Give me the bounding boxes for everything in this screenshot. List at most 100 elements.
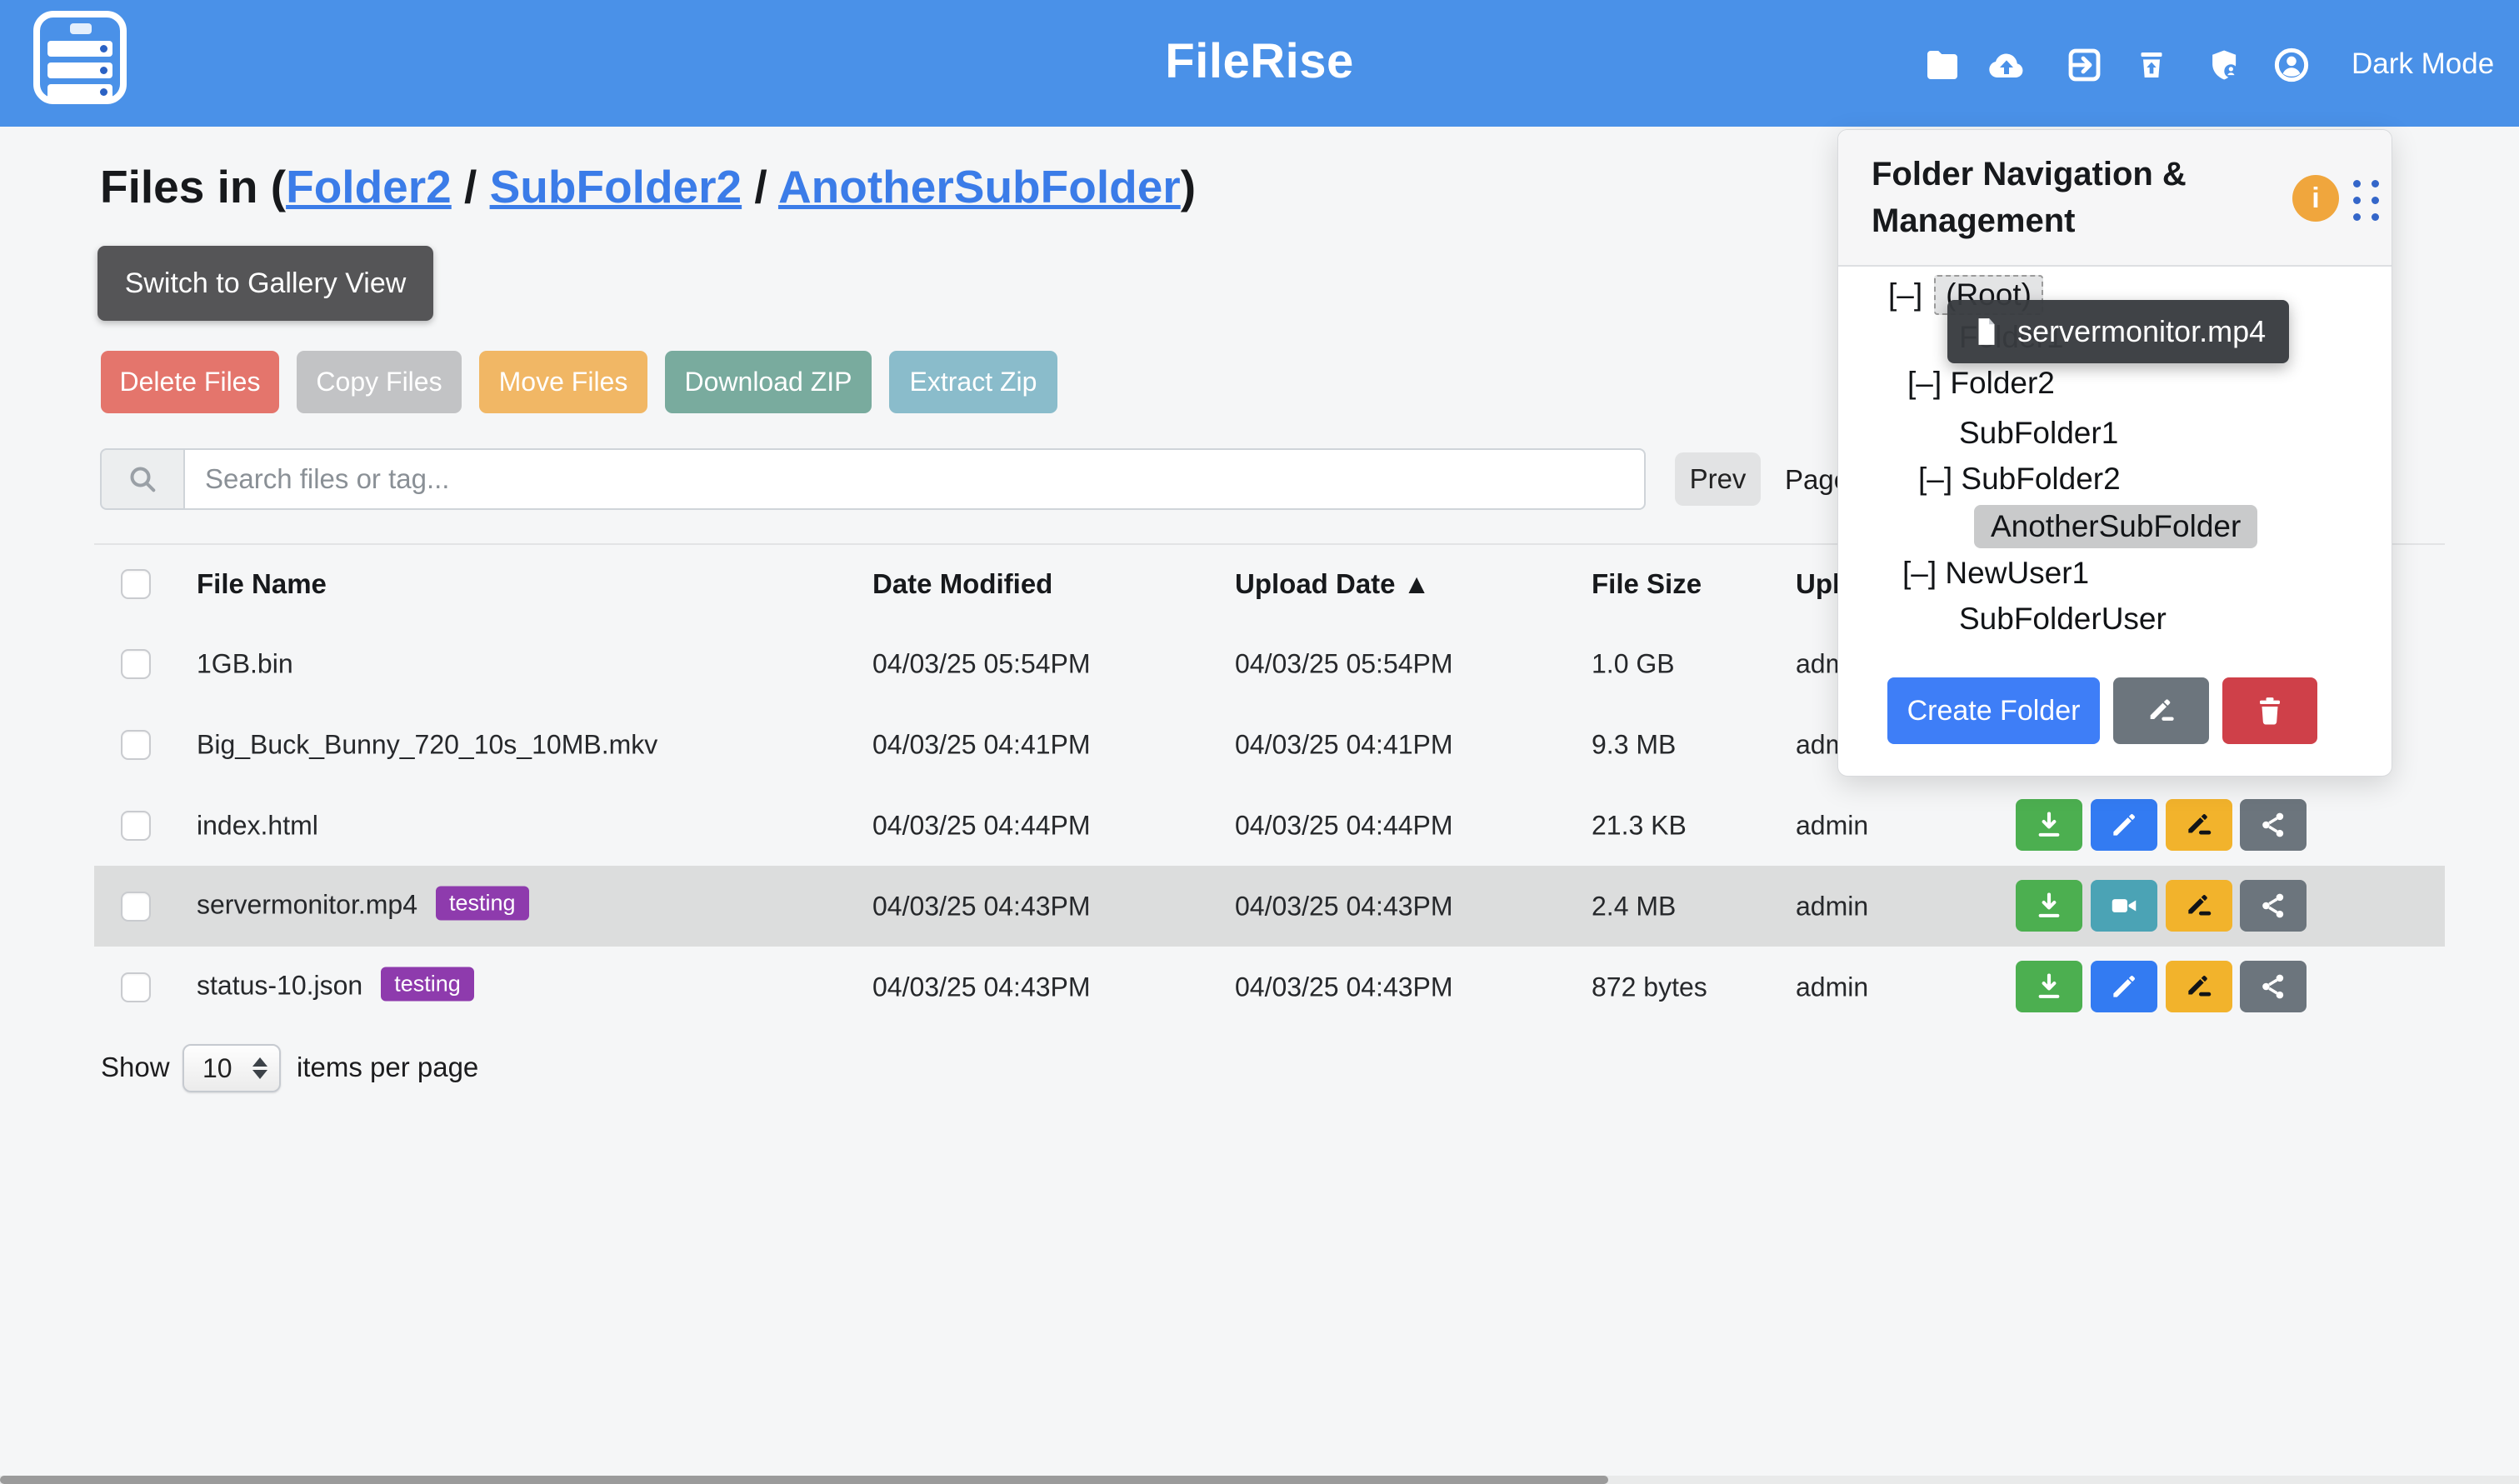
column-header-file-name[interactable]: File Name	[197, 568, 327, 600]
file-size: 2.4 MB	[1592, 891, 1676, 922]
items-per-page-select[interactable]: 10	[182, 1044, 281, 1092]
items-per-page-label: items per page	[297, 1052, 478, 1083]
row-checkbox[interactable]	[121, 649, 151, 679]
edit-button[interactable]	[2091, 799, 2157, 851]
folder-panel-title: Folder Navigation &Management	[1872, 151, 2255, 244]
file-size: 872 bytes	[1592, 972, 1707, 1002]
sort-asc-icon: ▲	[1403, 568, 1431, 599]
file-name[interactable]: index.html	[197, 810, 318, 841]
file-size: 21.3 KB	[1592, 810, 1687, 841]
file-name[interactable]: servermonitor.mp4testing	[197, 889, 529, 923]
file-icon	[1971, 316, 2002, 347]
tree-item-subfolderuser[interactable]: SubFolderUser	[1959, 602, 2167, 637]
upload-date: 04/03/25 04:43PM	[1235, 891, 1453, 922]
folder-panel-header: Folder Navigation &Management i	[1838, 130, 2392, 267]
extract-zip-button[interactable]: Extract Zip	[889, 351, 1057, 413]
tree-toggle-root[interactable]: [–]	[1888, 277, 1922, 312]
copy-files-button[interactable]: Copy Files	[297, 351, 462, 413]
rename-button[interactable]	[2166, 961, 2232, 1012]
move-files-button[interactable]: Move Files	[479, 351, 647, 413]
rename-button[interactable]	[2166, 799, 2232, 851]
tree-item-anothersubfolder[interactable]: AnotherSubFolder	[1974, 505, 2257, 548]
edit-button[interactable]	[2091, 961, 2157, 1012]
share-button[interactable]	[2240, 961, 2307, 1012]
rename-folder-button[interactable]	[2113, 677, 2209, 744]
prev-page-button[interactable]: Prev	[1675, 452, 1761, 506]
play-video-button[interactable]	[2091, 880, 2157, 932]
download-zip-button[interactable]: Download ZIP	[665, 351, 872, 413]
column-header-file-size[interactable]: File Size	[1592, 568, 1702, 600]
row-checkbox[interactable]	[121, 811, 151, 841]
drag-ghost-tooltip: servermonitor.mp4	[1947, 300, 2289, 363]
tree-toggle-folder2[interactable]: [–]	[1907, 366, 1942, 400]
show-label: Show	[101, 1052, 170, 1083]
download-button[interactable]	[2016, 961, 2082, 1012]
uploader: admin	[1796, 891, 1868, 922]
table-row[interactable]: index.html 04/03/25 04:44PM 04/03/25 04:…	[94, 785, 2445, 866]
breadcrumb-link-folder2[interactable]: Folder2	[286, 161, 452, 212]
file-name[interactable]: Big_Buck_Bunny_720_10s_10MB.mkv	[197, 729, 657, 760]
table-row[interactable]: servermonitor.mp4testing 04/03/25 04:43P…	[94, 866, 2445, 947]
uploader: admin	[1796, 810, 1868, 841]
table-row[interactable]: status-10.jsontesting 04/03/25 04:43PM 0…	[94, 947, 2445, 1027]
delete-files-button[interactable]: Delete Files	[101, 351, 279, 413]
folder-icon[interactable]	[1922, 45, 1962, 85]
column-header-date-modified[interactable]: Date Modified	[872, 568, 1052, 600]
breadcrumb-prefix: Files in (	[100, 161, 286, 212]
select-arrows-icon	[252, 1057, 267, 1079]
date-modified: 04/03/25 04:44PM	[872, 810, 1091, 841]
tree-item-subfolder2[interactable]: [–] SubFolder2	[1918, 462, 2121, 497]
rename-button[interactable]	[2166, 880, 2232, 932]
admin-shield-icon[interactable]	[2207, 45, 2242, 85]
delete-folder-button[interactable]	[2222, 677, 2317, 744]
folder-navigation-panel: Folder Navigation &Management i [–](Root…	[1837, 129, 2392, 777]
upload-date: 04/03/25 04:41PM	[1235, 729, 1453, 760]
select-all-checkbox[interactable]	[121, 569, 151, 599]
create-folder-button[interactable]: Create Folder	[1887, 677, 2100, 744]
trash-restore-icon[interactable]	[2135, 45, 2168, 85]
drag-ghost-label: servermonitor.mp4	[2017, 314, 2266, 349]
breadcrumb-link-anothersubfolder[interactable]: AnotherSubFolder	[778, 161, 1181, 212]
tree-selected-chip: AnotherSubFolder	[1974, 505, 2257, 548]
download-button[interactable]	[2016, 880, 2082, 932]
scrollbar-thumb[interactable]	[0, 1476, 1608, 1484]
share-button[interactable]	[2240, 880, 2307, 932]
app-header: FileRise Dark Mode	[0, 0, 2519, 127]
tree-toggle-newuser1[interactable]: [–]	[1902, 556, 1937, 590]
row-checkbox[interactable]	[121, 892, 151, 922]
file-name[interactable]: 1GB.bin	[197, 648, 293, 679]
date-modified: 04/03/25 05:54PM	[872, 648, 1091, 679]
upload-date: 04/03/25 04:44PM	[1235, 810, 1453, 841]
horizontal-scrollbar[interactable]	[0, 1476, 2519, 1484]
file-size: 1.0 GB	[1592, 648, 1675, 679]
tree-toggle-subfolder2[interactable]: [–]	[1918, 462, 1952, 496]
download-button[interactable]	[2016, 799, 2082, 851]
tree-item-folder2[interactable]: [–] Folder2	[1907, 366, 2055, 401]
account-icon[interactable]	[2272, 45, 2311, 85]
column-header-upload-date[interactable]: Upload Date ▲	[1235, 568, 1430, 600]
info-icon[interactable]: i	[2292, 175, 2339, 222]
tag-badge: testing	[436, 886, 529, 920]
search-input[interactable]	[183, 448, 1646, 510]
sign-out-icon[interactable]	[2064, 45, 2104, 85]
breadcrumb-link-subfolder2[interactable]: SubFolder2	[490, 161, 742, 212]
upload-date: 04/03/25 05:54PM	[1235, 648, 1453, 679]
switch-gallery-view-button[interactable]: Switch to Gallery View	[97, 246, 433, 321]
file-name[interactable]: status-10.jsontesting	[197, 970, 474, 1004]
breadcrumb: Files in (Folder2 / SubFolder2 / Another…	[100, 160, 1196, 213]
uploader: admin	[1796, 972, 1868, 1002]
filerise-app: FileRise Dark Mode Files in (Folder2 / S…	[0, 0, 2519, 1484]
tree-item-subfolder1[interactable]: SubFolder1	[1959, 416, 2118, 451]
tree-item-newuser1[interactable]: [–] NewUser1	[1902, 556, 2089, 591]
date-modified: 04/03/25 04:43PM	[872, 972, 1091, 1002]
dark-mode-toggle[interactable]: Dark Mode	[2352, 47, 2494, 81]
upload-cloud-icon[interactable]	[1987, 45, 2027, 85]
row-checkbox[interactable]	[121, 972, 151, 1002]
items-per-page-value: 10	[202, 1053, 232, 1084]
share-button[interactable]	[2240, 799, 2307, 851]
tag-badge: testing	[381, 967, 474, 1001]
drag-handle-icon[interactable]	[2353, 180, 2379, 221]
row-checkbox[interactable]	[121, 730, 151, 760]
date-modified: 04/03/25 04:41PM	[872, 729, 1091, 760]
breadcrumb-suffix: )	[1181, 161, 1196, 212]
